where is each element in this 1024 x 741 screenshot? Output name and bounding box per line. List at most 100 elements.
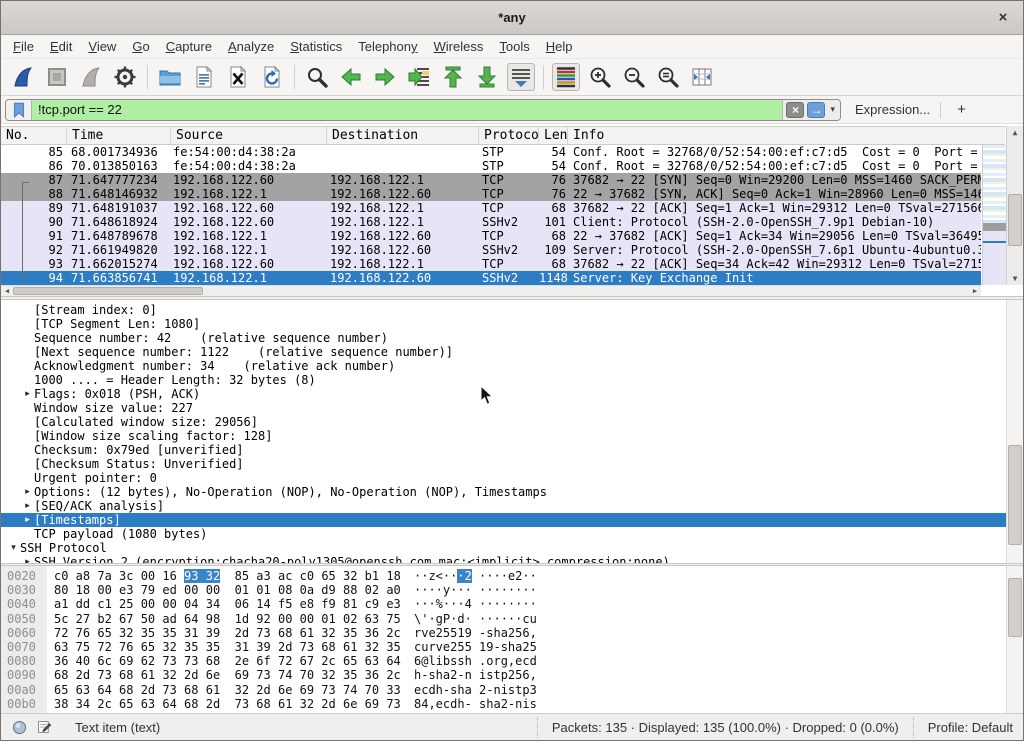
go-to-packet-button[interactable]	[405, 63, 433, 91]
hex-row-0070[interactable]: 007063 75 72 76 65 32 35 35 31 39 2d 73 …	[1, 640, 1023, 654]
packet-row-86[interactable]: 8670.013850163fe:54:00:d4:38:2aSTP54Conf…	[1, 159, 981, 173]
menu-item-telephony[interactable]: Telephony	[350, 36, 425, 57]
detail-line-7[interactable]: Window size value: 227	[1, 401, 1007, 415]
expander-icon[interactable]: ▸	[21, 555, 34, 563]
expander-icon[interactable]: ▸	[21, 485, 34, 499]
close-file-button[interactable]	[224, 63, 252, 91]
reload-file-button[interactable]	[258, 63, 286, 91]
go-last-packet-button[interactable]	[473, 63, 501, 91]
detail-line-14[interactable]: ▸[SEQ/ACK analysis]	[1, 499, 1007, 513]
column-header-info[interactable]: Info	[568, 127, 1005, 144]
column-header-time[interactable]: Time	[67, 127, 171, 144]
capture-options-button[interactable]	[111, 63, 139, 91]
detail-line-11[interactable]: [Checksum Status: Unverified]	[1, 457, 1007, 471]
detail-line-6[interactable]: ▸Flags: 0x018 (PSH, ACK)	[1, 387, 1007, 401]
packet-row-88[interactable]: 8871.648146932192.168.122.1192.168.122.6…	[1, 187, 981, 201]
packet-row-85[interactable]: 8568.001734936fe:54:00:d4:38:2aSTP54Conf…	[1, 145, 981, 159]
find-packet-button[interactable]	[303, 63, 331, 91]
title-bar[interactable]: *any ×	[1, 1, 1023, 35]
filter-bookmark-button[interactable]	[6, 100, 32, 120]
expander-icon[interactable]: ▾	[7, 541, 20, 555]
capture-comment-button[interactable]	[35, 718, 55, 736]
packet-list-hscrollbar[interactable]: ◀ ▶	[1, 285, 981, 296]
menu-item-view[interactable]: View	[80, 36, 124, 57]
filter-clear-button[interactable]: ×	[786, 102, 804, 118]
column-header-no[interactable]: No.	[1, 127, 67, 144]
hscrollbar-thumb[interactable]	[13, 287, 203, 295]
detail-line-5[interactable]: 1000 .... = Header Length: 32 bytes (8)	[1, 373, 1007, 387]
filter-dropdown-caret[interactable]: ▾	[828, 104, 837, 115]
scroll-right-icon[interactable]: ▶	[969, 286, 981, 296]
hex-row-0020[interactable]: 0020c0 a8 7a 3c 00 16 93 32 85 a3 ac c0 …	[1, 569, 1023, 583]
save-file-button[interactable]	[190, 63, 218, 91]
hex-vscrollbar[interactable]	[1006, 566, 1023, 713]
hex-row-0060[interactable]: 006072 76 65 32 35 35 31 39 2d 73 68 61 …	[1, 626, 1023, 640]
packet-row-90[interactable]: 9071.648618924192.168.122.60192.168.122.…	[1, 215, 981, 229]
menu-item-help[interactable]: Help	[538, 36, 581, 57]
hex-row-0080[interactable]: 008036 40 6c 69 62 73 73 68 2e 6f 72 67 …	[1, 654, 1023, 668]
hex-row-0050[interactable]: 00505c 27 b2 67 50 ad 64 98 1d 92 00 00 …	[1, 612, 1023, 626]
detail-line-9[interactable]: [Window size scaling factor: 128]	[1, 429, 1007, 443]
expert-info-button[interactable]	[9, 718, 29, 736]
packet-row-93[interactable]: 9371.662015274192.168.122.60192.168.122.…	[1, 257, 981, 271]
detail-line-16[interactable]: TCP payload (1080 bytes)	[1, 527, 1007, 541]
packet-row-91[interactable]: 9171.648789678192.168.122.1192.168.122.6…	[1, 229, 981, 243]
filter-add-button[interactable]: +	[951, 101, 972, 118]
menu-item-edit[interactable]: Edit	[42, 36, 80, 57]
menu-item-go[interactable]: Go	[124, 36, 157, 57]
expression-button[interactable]: Expression...	[855, 102, 930, 117]
expander-icon[interactable]: ▸	[21, 499, 34, 513]
auto-scroll-toggle-button[interactable]	[507, 63, 535, 91]
packet-row-94[interactable]: 9471.663856741192.168.122.1192.168.122.6…	[1, 271, 981, 285]
scrollbar-thumb[interactable]	[1008, 578, 1022, 637]
detail-line-4[interactable]: Acknowledgment number: 34 (relative ack …	[1, 359, 1007, 373]
hex-row-0090[interactable]: 009068 2d 73 68 61 32 2d 6e 69 73 74 70 …	[1, 668, 1023, 682]
zoom-in-button[interactable]	[586, 63, 614, 91]
menu-item-file[interactable]: File	[5, 36, 42, 57]
profile-status[interactable]: Profile: Default	[913, 717, 1013, 738]
filter-apply-button[interactable]: →	[807, 102, 825, 118]
colorize-toggle-button[interactable]	[552, 63, 580, 91]
packet-row-87[interactable]: 8771.647777234192.168.122.60192.168.122.…	[1, 173, 981, 187]
detail-line-13[interactable]: ▸Options: (12 bytes), No-Operation (NOP)…	[1, 485, 1007, 499]
scroll-down-icon[interactable]: ▼	[1007, 272, 1023, 285]
detail-line-1[interactable]: [TCP Segment Len: 1080]	[1, 317, 1007, 331]
column-header-dest[interactable]: Destination	[327, 127, 479, 144]
column-header-proto[interactable]: Protocol	[479, 127, 539, 144]
detail-line-2[interactable]: Sequence number: 42 (relative sequence n…	[1, 331, 1007, 345]
expander-icon[interactable]: ▸	[21, 513, 34, 527]
detail-line-17[interactable]: ▾SSH Protocol	[1, 541, 1007, 555]
restart-capture-button[interactable]	[77, 63, 105, 91]
detail-vscrollbar[interactable]	[1006, 300, 1023, 563]
display-filter-input[interactable]	[32, 100, 782, 120]
go-first-packet-button[interactable]	[439, 63, 467, 91]
packet-list-vscrollbar[interactable]: ▲ ▼	[1006, 126, 1023, 285]
hex-row-00b0[interactable]: 00b038 34 2c 65 63 64 68 2d 73 68 61 32 …	[1, 697, 1023, 711]
menu-item-tools[interactable]: Tools	[491, 36, 537, 57]
detail-line-0[interactable]: [Stream index: 0]	[1, 303, 1007, 317]
hex-row-0030[interactable]: 003080 18 00 e3 79 ed 00 00 01 01 08 0a …	[1, 583, 1023, 597]
detail-line-10[interactable]: Checksum: 0x79ed [unverified]	[1, 443, 1007, 457]
packet-row-89[interactable]: 8971.648191037192.168.122.60192.168.122.…	[1, 201, 981, 215]
column-header-source[interactable]: Source	[171, 127, 327, 144]
go-forward-button[interactable]	[371, 63, 399, 91]
close-button[interactable]: ×	[993, 8, 1013, 28]
packet-row-92[interactable]: 9271.661949820192.168.122.1192.168.122.6…	[1, 243, 981, 257]
expander-icon[interactable]: ▸	[21, 387, 34, 401]
menu-item-analyze[interactable]: Analyze	[220, 36, 282, 57]
column-header-len[interactable]: Length	[539, 127, 568, 144]
hex-row-00a0[interactable]: 00a065 63 64 68 2d 73 68 61 32 2d 6e 69 …	[1, 683, 1023, 697]
open-file-button[interactable]	[156, 63, 184, 91]
zoom-out-button[interactable]	[620, 63, 648, 91]
scroll-left-icon[interactable]: ◀	[1, 286, 13, 296]
packet-list-minimap[interactable]	[982, 145, 1006, 285]
stop-capture-button[interactable]	[43, 63, 71, 91]
resize-columns-button[interactable]	[688, 63, 716, 91]
scrollbar-thumb[interactable]	[1008, 194, 1022, 246]
hex-row-0040[interactable]: 0040a1 dd c1 25 00 00 04 34 06 14 f5 e8 …	[1, 597, 1023, 611]
scroll-up-icon[interactable]: ▲	[1007, 126, 1023, 139]
detail-line-12[interactable]: Urgent pointer: 0	[1, 471, 1007, 485]
menu-item-capture[interactable]: Capture	[158, 36, 220, 57]
detail-line-8[interactable]: [Calculated window size: 29056]	[1, 415, 1007, 429]
menu-item-statistics[interactable]: Statistics	[282, 36, 350, 57]
